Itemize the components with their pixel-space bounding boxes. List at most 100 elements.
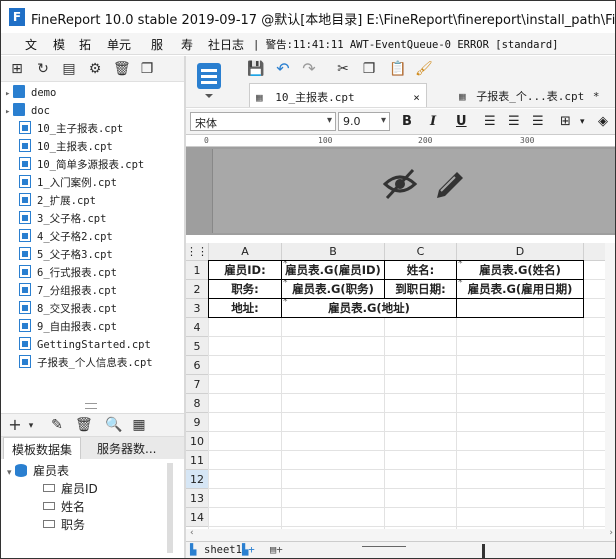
- tab-template-dataset[interactable]: 模板数据集: [3, 437, 82, 459]
- menu-insert[interactable]: 拓: [79, 36, 91, 53]
- tree-folder[interactable]: ▸ doc: [5, 103, 50, 121]
- tree-file[interactable]: GettingStarted.cpt: [5, 337, 151, 355]
- underline-button[interactable]: U: [456, 114, 467, 129]
- horizontal-scrollbar[interactable]: ‹ ›: [186, 528, 615, 541]
- tree-file[interactable]: 6_行式报表.cpt: [5, 265, 117, 283]
- menu-help[interactable]: 寿: [181, 36, 193, 53]
- row-header[interactable]: 10: [186, 432, 209, 451]
- copy-format-icon[interactable]: ❐: [361, 61, 377, 77]
- column-header[interactable]: A: [209, 243, 282, 261]
- cell-b3[interactable]: 雇员表.G(地址): [281, 298, 457, 318]
- tree-file[interactable]: 3_父子格.cpt: [5, 211, 106, 229]
- row-header[interactable]: 11: [186, 451, 209, 470]
- menu-template[interactable]: 模: [53, 36, 65, 53]
- field-item[interactable]: 雇员ID: [43, 480, 98, 497]
- fill-color-icon[interactable]: ◈: [598, 114, 608, 129]
- cell-a2[interactable]: 职务:: [208, 279, 282, 299]
- menu-cell[interactable]: 单元: [107, 36, 131, 53]
- vertical-scrollbar[interactable]: [605, 243, 615, 529]
- tree-file[interactable]: 5_父子格3.cpt: [5, 247, 113, 265]
- italic-button[interactable]: I: [430, 114, 436, 129]
- menu-server[interactable]: 服: [151, 36, 163, 53]
- row-header[interactable]: 3: [186, 299, 209, 318]
- new-folder-icon[interactable]: ⊞: [9, 61, 25, 77]
- cell-c2[interactable]: 到职日期:: [384, 279, 457, 299]
- scroll-left-icon[interactable]: ‹: [190, 528, 194, 538]
- add-report-sheet-icon[interactable]: ▙+: [242, 544, 255, 556]
- select-all-corner[interactable]: ⋮⋮: [186, 243, 209, 261]
- open-template-icon[interactable]: ▤: [61, 61, 77, 77]
- tree-file[interactable]: 2_扩展.cpt: [5, 193, 96, 211]
- format-painter-icon[interactable]: 🖌: [415, 61, 433, 77]
- row-header[interactable]: 13: [186, 489, 209, 508]
- zoom-track[interactable]: [362, 546, 406, 547]
- column-header[interactable]: D: [457, 243, 584, 261]
- chevron-down-icon[interactable]: ▾: [580, 117, 585, 127]
- row-header[interactable]: 5: [186, 337, 209, 356]
- paste-icon[interactable]: 📋: [389, 61, 406, 77]
- undo-icon[interactable]: ↶: [275, 61, 291, 77]
- tree-file[interactable]: 1_入门案例.cpt: [5, 175, 117, 193]
- tree-file[interactable]: 10_主报表.cpt: [5, 139, 113, 157]
- chevron-right-icon[interactable]: ▸: [5, 89, 13, 99]
- tree-file[interactable]: 7_分组报表.cpt: [5, 283, 117, 301]
- chevron-down-icon[interactable]: ▾: [23, 418, 39, 434]
- spreadsheet-grid[interactable]: ⋮⋮ A B C D 1234567891011121314雇员ID:雇员表.G…: [186, 243, 615, 529]
- row-header[interactable]: 9: [186, 413, 209, 432]
- sheet-tab[interactable]: sheet1: [204, 544, 242, 556]
- font-family-select[interactable]: 宋体 ▾: [190, 112, 336, 131]
- redo-icon[interactable]: ↷: [301, 61, 317, 77]
- dataset-node[interactable]: ▾ 雇员表: [7, 462, 69, 479]
- column-header[interactable]: B: [282, 243, 385, 261]
- row-header[interactable]: 1: [186, 261, 209, 280]
- row-header[interactable]: 8: [186, 394, 209, 413]
- menu-community-log[interactable]: 社日志: [208, 36, 244, 53]
- cell-d3[interactable]: [456, 298, 584, 318]
- font-size-select[interactable]: 9.0 ▾: [338, 112, 390, 131]
- row-header[interactable]: 4: [186, 318, 209, 337]
- tree-file[interactable]: 4_父子格2.cpt: [5, 229, 113, 247]
- copy-icon[interactable]: ❐: [139, 61, 155, 77]
- scroll-right-icon[interactable]: ›: [609, 528, 613, 538]
- cell-a3[interactable]: 地址:: [208, 298, 282, 318]
- align-left-icon[interactable]: ☰: [484, 114, 496, 129]
- cell-b1[interactable]: 雇员表.G(雇员ID): [281, 260, 385, 280]
- table-icon[interactable]: ▦: [131, 417, 147, 433]
- tab-server-dataset[interactable]: 服务器数...: [89, 437, 164, 459]
- delete-icon[interactable]: 🗑: [113, 61, 131, 77]
- add-dataset-icon[interactable]: +: [7, 417, 23, 433]
- tree-file[interactable]: 8_交叉报表.cpt: [5, 301, 117, 319]
- tree-file[interactable]: 10_主子报表.cpt: [5, 121, 123, 139]
- cell-d1[interactable]: 雇员表.G(姓名): [456, 260, 584, 280]
- tree-folder[interactable]: ▸ demo: [5, 85, 56, 103]
- refresh-icon[interactable]: ↻: [35, 61, 51, 77]
- zoom-slider[interactable]: [482, 544, 485, 558]
- cell-b2[interactable]: 雇员表.G(职务): [281, 279, 385, 299]
- cell-a1[interactable]: 雇员ID:: [208, 260, 282, 280]
- tab-main-report[interactable]: ▦ 10_主报表.cpt ×: [249, 83, 427, 107]
- cell-d2[interactable]: 雇员表.G(雇用日期): [456, 279, 584, 299]
- panel-splitter[interactable]: [61, 403, 121, 409]
- add-form-sheet-icon[interactable]: ▤+: [270, 544, 283, 556]
- row-header[interactable]: 12: [186, 470, 209, 489]
- tree-file[interactable]: 子报表_个人信息表.cpt: [5, 355, 153, 373]
- tab-sub-report[interactable]: ▦ 子报表_个...表.cpt *: [453, 83, 605, 107]
- preview-icon[interactable]: 🔍: [105, 417, 122, 433]
- cut-icon[interactable]: ✂: [335, 61, 351, 77]
- field-item[interactable]: 姓名: [43, 498, 85, 515]
- report-icon[interactable]: [194, 61, 224, 101]
- row-header[interactable]: 6: [186, 356, 209, 375]
- menu-file[interactable]: 文: [25, 36, 37, 53]
- row-header[interactable]: 2: [186, 280, 209, 299]
- tree-file[interactable]: 9_自由报表.cpt: [5, 319, 117, 337]
- row-header[interactable]: 14: [186, 508, 209, 527]
- column-header[interactable]: C: [385, 243, 457, 261]
- tree-file[interactable]: 10_简单多源报表.cpt: [5, 157, 144, 175]
- delete-dataset-icon[interactable]: 🗑: [75, 417, 93, 433]
- align-right-icon[interactable]: ☰: [532, 114, 544, 129]
- field-item[interactable]: 职务: [43, 516, 85, 533]
- close-icon[interactable]: ×: [413, 91, 420, 104]
- cell-c1[interactable]: 姓名:: [384, 260, 457, 280]
- align-center-icon[interactable]: ☰: [508, 114, 520, 129]
- row-header[interactable]: 7: [186, 375, 209, 394]
